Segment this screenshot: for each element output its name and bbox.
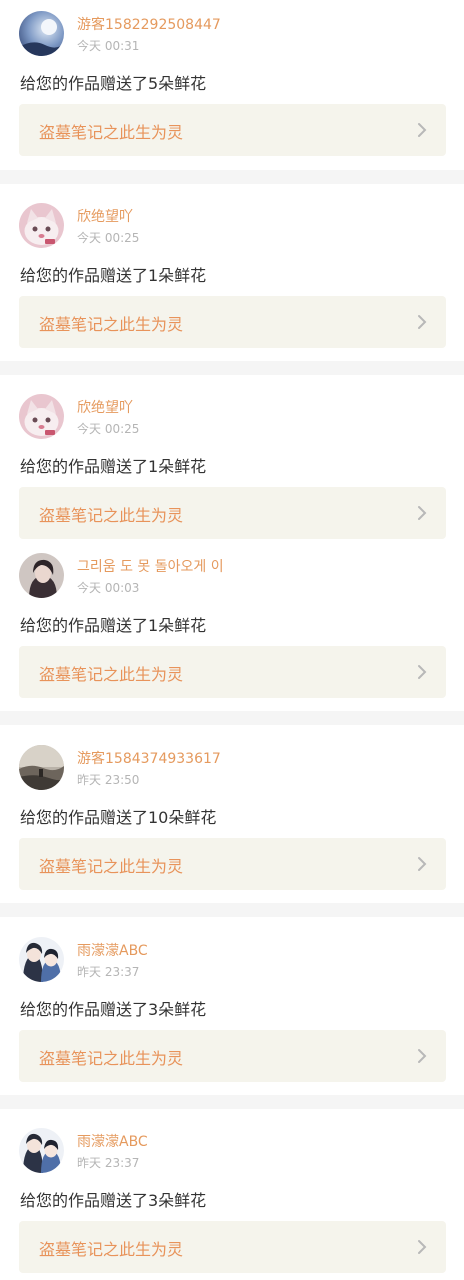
- username[interactable]: 雨濛濛ABC: [77, 940, 148, 960]
- section-divider: [0, 711, 464, 725]
- chevron-right-icon: [418, 123, 427, 137]
- chevron-right-icon: [418, 857, 427, 871]
- gift-message: 给您的作品赠送了5朵鲜花: [20, 74, 207, 93]
- work-title: 盗墓笔记之此生为灵: [39, 1049, 184, 1068]
- timestamp: 昨天 23:37: [77, 965, 140, 979]
- gift-notification-feed: 游客1582292508447 今天 00:31 给您的作品赠送了5朵鲜花 盗墓…: [0, 0, 464, 1280]
- gift-notification-item: 游客1582292508447 今天 00:31 给您的作品赠送了5朵鲜花 盗墓…: [0, 0, 464, 160]
- work-title: 盗墓笔记之此生为灵: [39, 506, 184, 525]
- work-link-card[interactable]: 盗墓笔记之此生为灵: [19, 1030, 446, 1082]
- gift-notification-item: 雨濛濛ABC 昨天 23:37 给您的作品赠送了3朵鲜花 盗墓笔记之此生为灵: [0, 1117, 464, 1277]
- gift-message: 给您的作品赠送了1朵鲜花: [20, 266, 207, 285]
- work-link-card[interactable]: 盗墓笔记之此生为灵: [19, 296, 446, 348]
- gift-notification-item: 雨濛濛ABC 昨天 23:37 给您的作品赠送了3朵鲜花 盗墓笔记之此生为灵: [0, 926, 464, 1086]
- timestamp: 昨天 23:50: [77, 773, 140, 787]
- work-link-card[interactable]: 盗墓笔记之此生为灵: [19, 487, 446, 539]
- chevron-right-icon: [418, 506, 427, 520]
- work-title: 盗墓笔记之此生为灵: [39, 1240, 184, 1259]
- cat-avatar-icon: [19, 203, 64, 248]
- cat-avatar-icon: [19, 394, 64, 439]
- timestamp: 昨天 23:37: [77, 1156, 140, 1170]
- work-link-card[interactable]: 盗墓笔记之此生为灵: [19, 646, 446, 698]
- work-title: 盗墓笔记之此生为灵: [39, 857, 184, 876]
- anime-couple-avatar-icon: [19, 1128, 64, 1173]
- work-title: 盗墓笔记之此生为灵: [39, 123, 184, 142]
- chevron-right-icon: [418, 665, 427, 679]
- chevron-right-icon: [418, 1049, 427, 1063]
- work-title: 盗墓笔记之此生为灵: [39, 665, 184, 684]
- gift-notification-item: 欣绝望吖 今天 00:25 给您的作品赠送了1朵鲜花 盗墓笔记之此生为灵: [0, 383, 464, 543]
- work-link-card[interactable]: 盗墓笔记之此生为灵: [19, 838, 446, 890]
- work-title: 盗墓笔记之此生为灵: [39, 315, 184, 334]
- user-avatar[interactable]: [19, 745, 64, 790]
- timestamp: 今天 00:31: [77, 39, 140, 53]
- gift-notification-item: 欣绝望吖 今天 00:25 给您的作品赠送了1朵鲜花 盗墓笔记之此生为灵: [0, 192, 464, 352]
- work-link-card[interactable]: 盗墓笔记之此生为灵: [19, 104, 446, 156]
- moon-night-avatar-icon: [19, 11, 64, 56]
- gift-message: 给您的作品赠送了1朵鲜花: [20, 616, 207, 635]
- section-divider: [0, 903, 464, 917]
- gift-message: 给您的作品赠送了3朵鲜花: [20, 1000, 207, 1019]
- user-avatar[interactable]: [19, 203, 64, 248]
- chevron-right-icon: [418, 315, 427, 329]
- gift-message: 给您的作品赠送了10朵鲜花: [20, 808, 217, 827]
- user-avatar[interactable]: [19, 553, 64, 598]
- work-link-card[interactable]: 盗墓笔记之此生为灵: [19, 1221, 446, 1273]
- timestamp: 今天 00:03: [77, 581, 140, 595]
- gift-message: 给您的作品赠送了1朵鲜花: [20, 457, 207, 476]
- username[interactable]: 欣绝望吖: [77, 206, 133, 226]
- timestamp: 今天 00:25: [77, 422, 140, 436]
- gift-notification-item: 그리움 도 못 돌아오게 이 今天 00:03 给您的作品赠送了1朵鲜花 盗墓笔…: [0, 542, 464, 702]
- section-divider: [0, 170, 464, 184]
- person-avatar-icon: [19, 553, 64, 598]
- gift-notification-item: 游客1584374933617 昨天 23:50 给您的作品赠送了10朵鲜花 盗…: [0, 734, 464, 894]
- user-avatar[interactable]: [19, 1128, 64, 1173]
- gift-message: 给您的作品赠送了3朵鲜花: [20, 1191, 207, 1210]
- anime-couple-avatar-icon: [19, 937, 64, 982]
- username[interactable]: 欣绝望吖: [77, 397, 133, 417]
- timestamp: 今天 00:25: [77, 231, 140, 245]
- user-avatar[interactable]: [19, 11, 64, 56]
- chevron-right-icon: [418, 1240, 427, 1254]
- landscape-avatar-icon: [19, 745, 64, 790]
- username[interactable]: 游客1584374933617: [77, 748, 221, 768]
- username[interactable]: 雨濛濛ABC: [77, 1131, 148, 1151]
- user-avatar[interactable]: [19, 937, 64, 982]
- section-divider: [0, 1095, 464, 1109]
- username[interactable]: 그리움 도 못 돌아오게 이: [77, 556, 224, 576]
- username[interactable]: 游客1582292508447: [77, 14, 221, 34]
- section-divider: [0, 361, 464, 375]
- user-avatar[interactable]: [19, 394, 64, 439]
